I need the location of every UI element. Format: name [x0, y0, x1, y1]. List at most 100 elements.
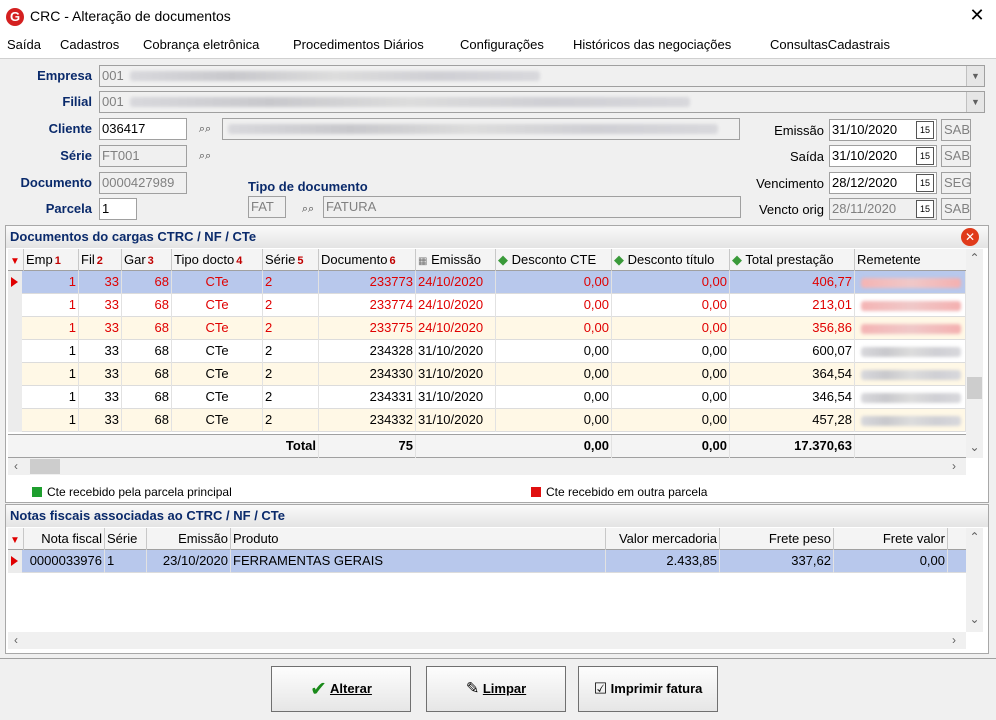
- col-documento[interactable]: Documento 6: [319, 249, 416, 271]
- cell-emissao: 31/10/2020: [416, 386, 496, 409]
- documents-horizontal-scrollbar[interactable]: ‹ ›: [8, 458, 966, 475]
- scroll-right-icon[interactable]: ›: [948, 633, 960, 647]
- col-frete-valor[interactable]: Frete valor: [834, 528, 948, 550]
- imprimir-fatura-button[interactable]: ☑ Imprimir fatura: [578, 666, 718, 712]
- scroll-down-icon[interactable]: ⌄: [966, 612, 983, 626]
- nf-vertical-scrollbar[interactable]: ⌃ ⌄: [966, 528, 983, 632]
- serie-label: Série: [60, 148, 92, 163]
- calendar-icon[interactable]: 15: [916, 121, 934, 139]
- documents-vertical-scrollbar[interactable]: ⌃ ⌄: [966, 249, 983, 458]
- cell-serie: 2: [263, 409, 319, 432]
- scroll-right-icon[interactable]: ›: [948, 459, 960, 473]
- col-produto[interactable]: Produto: [231, 528, 606, 550]
- cell-serie: 2: [263, 294, 319, 317]
- col-emp[interactable]: Emp 1: [24, 249, 79, 271]
- cell-fil: 33: [79, 271, 122, 294]
- col-frete-peso[interactable]: Frete peso: [720, 528, 834, 550]
- table-row[interactable]: 1 33 68 CTe 2 233775 24/10/2020 0,00 0,00 356,86: [8, 317, 966, 340]
- col-total-prestacao[interactable]: ◆ Total prestação: [730, 249, 855, 271]
- scroll-left-icon[interactable]: ‹: [10, 459, 22, 473]
- cell-remetente-redacted: [855, 363, 966, 386]
- scroll-up-icon[interactable]: ⌃: [966, 251, 983, 265]
- nf-horizontal-scrollbar[interactable]: ‹ ›: [8, 632, 966, 649]
- menu-historicos[interactable]: Históricos das negociações: [573, 37, 731, 52]
- binoculars-search-icon[interactable]: ⌕⌕: [195, 146, 215, 166]
- chevron-down-icon[interactable]: ▼: [966, 92, 984, 112]
- empresa-name-redacted: [130, 71, 540, 81]
- table-row[interactable]: 1 33 68 CTe 2 234330 31/10/2020 0,00 0,00 364,54: [8, 363, 966, 386]
- col-fil[interactable]: Fil 2: [79, 249, 122, 271]
- col-emissao[interactable]: ▦ Emissão: [416, 249, 496, 271]
- menu-configuracoes[interactable]: Configurações: [460, 37, 544, 52]
- cell-emp: 1: [24, 363, 79, 386]
- scroll-thumb[interactable]: [30, 459, 60, 474]
- col-nota-fiscal[interactable]: Nota fiscal: [24, 528, 105, 550]
- binoculars-search-icon[interactable]: ⌕⌕: [298, 199, 318, 219]
- cell-serie: 2: [263, 363, 319, 386]
- col-serie[interactable]: Série 5: [263, 249, 319, 271]
- cell-tipo: CTe: [172, 363, 263, 386]
- col-nf-emissao[interactable]: Emissão: [147, 528, 231, 550]
- cell-remetente-redacted: [855, 317, 966, 340]
- col-valor-mercadoria[interactable]: Valor mercadoria: [606, 528, 720, 550]
- parcela-field[interactable]: 1: [99, 198, 137, 220]
- menu-saida[interactable]: Saída: [7, 37, 41, 52]
- col-gar[interactable]: Gar 3: [122, 249, 172, 271]
- alterar-button[interactable]: ✔ Alterar: [271, 666, 411, 712]
- close-panel-icon[interactable]: ✕: [961, 228, 979, 246]
- col-desconto-titulo[interactable]: ◆ Desconto título: [612, 249, 730, 271]
- chevron-down-icon[interactable]: ▼: [966, 66, 984, 86]
- table-row[interactable]: 1 33 68 CTe 2 233774 24/10/2020 0,00 0,00 213,01: [8, 294, 966, 317]
- close-icon[interactable]: ✕: [958, 0, 996, 32]
- documento-field[interactable]: 0000427989: [99, 172, 187, 194]
- menu-procedimentos-diarios[interactable]: Procedimentos Diários: [293, 37, 424, 52]
- emissao-label: Emissão: [774, 123, 824, 138]
- cell-gar: 68: [122, 317, 172, 340]
- row-indicator: [8, 409, 22, 432]
- menu-cobranca-eletronica[interactable]: Cobrança eletrônica: [143, 37, 259, 52]
- table-row[interactable]: 1 33 68 CTe 2 234332 31/10/2020 0,00 0,00 457,28: [8, 409, 966, 432]
- limpar-button[interactable]: ✎ Limpar: [426, 666, 566, 712]
- nf-cell-serie: 1: [105, 550, 147, 573]
- row-selected-indicator: [8, 550, 22, 573]
- menu-consultas-cadastrais[interactable]: ConsultasCadastrais: [770, 37, 890, 52]
- cell-emissao: 24/10/2020: [416, 317, 496, 340]
- legend-red-swatch: [531, 487, 541, 497]
- grid-menu-icon[interactable]: ▼: [8, 528, 24, 550]
- cell-total: 457,28: [730, 409, 855, 432]
- cell-emp: 1: [24, 409, 79, 432]
- cliente-field[interactable]: 036417: [99, 118, 187, 140]
- tipo-documento-desc: FATURA: [323, 196, 741, 218]
- col-tipo-docto[interactable]: Tipo docto 4: [172, 249, 263, 271]
- nf-table-row[interactable]: 0000033976 1 23/10/2020 FERRAMENTAS GERA…: [8, 550, 966, 573]
- binoculars-search-icon[interactable]: ⌕⌕: [195, 119, 215, 139]
- imprimir-label: Imprimir fatura: [610, 681, 703, 696]
- cell-documento: 234330: [319, 363, 416, 386]
- col-remetente[interactable]: Remetente: [855, 249, 966, 271]
- empresa-code: 001: [102, 68, 124, 83]
- serie-field[interactable]: FT001: [99, 145, 187, 167]
- cell-fil: 33: [79, 409, 122, 432]
- tipo-documento-code[interactable]: FAT: [248, 196, 286, 218]
- calendar-icon[interactable]: 15: [916, 174, 934, 192]
- cell-emp: 1: [24, 386, 79, 409]
- vencimento-label: Vencimento: [756, 176, 824, 191]
- cell-fil: 33: [79, 294, 122, 317]
- cell-tipo: CTe: [172, 386, 263, 409]
- calendar-icon[interactable]: 15: [916, 200, 934, 218]
- scroll-down-icon[interactable]: ⌄: [966, 440, 983, 454]
- grid-menu-icon[interactable]: ▼: [8, 249, 24, 271]
- col-nf-serie[interactable]: Série: [105, 528, 147, 550]
- calendar-icon[interactable]: 15: [916, 147, 934, 165]
- cell-remetente-redacted: [855, 294, 966, 317]
- scroll-left-icon[interactable]: ‹: [10, 633, 22, 647]
- col-desconto-cte[interactable]: ◆ Desconto CTE: [496, 249, 612, 271]
- table-row[interactable]: 1 33 68 CTe 2 233773 24/10/2020 0,00 0,00 406,77: [8, 271, 966, 294]
- menu-cadastros[interactable]: Cadastros: [60, 37, 119, 52]
- table-row[interactable]: 1 33 68 CTe 2 234331 31/10/2020 0,00 0,00 346,54: [8, 386, 966, 409]
- table-row[interactable]: 1 33 68 CTe 2 234328 31/10/2020 0,00 0,00 600,07: [8, 340, 966, 363]
- cell-serie: 2: [263, 340, 319, 363]
- scroll-up-icon[interactable]: ⌃: [966, 530, 983, 544]
- scroll-thumb[interactable]: [967, 377, 982, 399]
- cell-desc-titulo: 0,00: [612, 340, 730, 363]
